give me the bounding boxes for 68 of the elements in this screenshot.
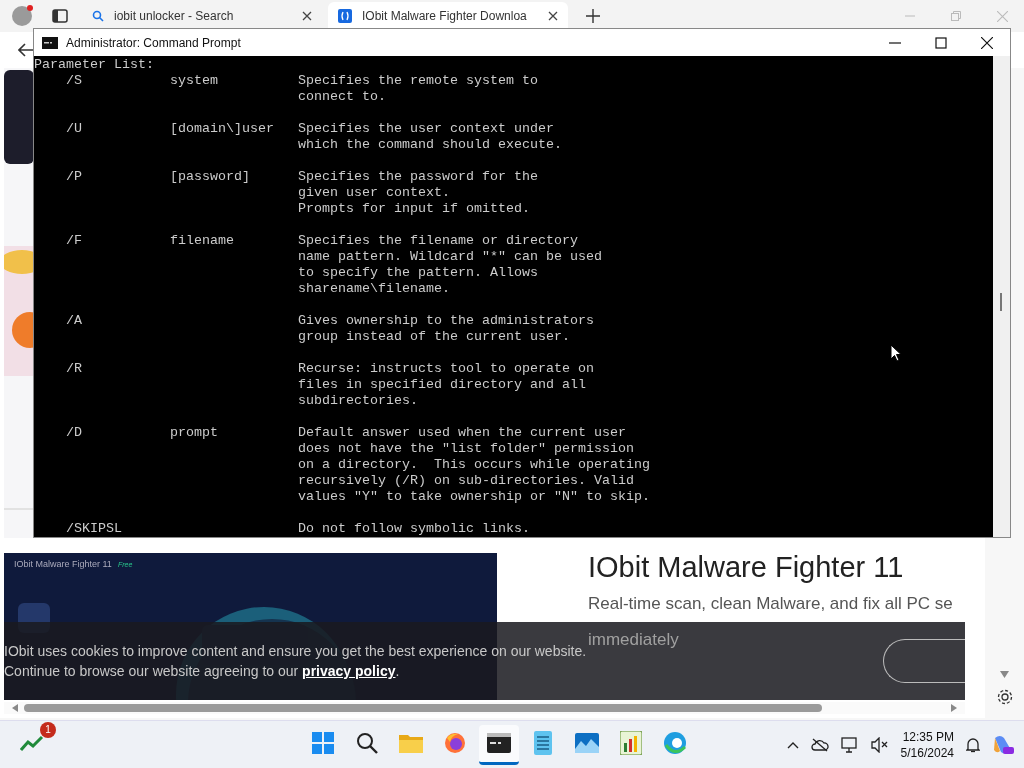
notepad-icon [534,731,552,755]
console-text: Default answer used when the current user does not have the "list folder" permission on a directory. This occurs while operating recursively (/R) on sub-directories. Valid values "Y" to take ownership or "N" to skip. [298,425,651,505]
stocks-widget-icon[interactable] [20,733,46,752]
command-prompt-icon [487,733,511,753]
product-description: Real-time scan, clean Malware, and fix all PC se [588,594,954,614]
console-text: Specifies the user context under which the command should execute. [298,121,563,153]
new-tab-icon[interactable] [586,9,600,23]
console-text: /D [66,425,83,442]
product-description: immediately [588,630,680,650]
chart-app-icon [620,731,642,755]
search-icon [92,10,104,22]
scroll-down-icon[interactable] [1000,671,1009,678]
chevron-up-icon[interactable] [786,740,799,749]
console-text: Specifies the password for the given user context. Prompts for input if omitted. [298,169,539,217]
privacy-policy-link[interactable]: privacy policy [302,663,396,679]
console-text: /P [66,169,83,186]
scroll-left-icon[interactable] [12,704,18,712]
horizontal-scrollbar[interactable] [4,702,965,714]
close-icon[interactable] [981,36,993,49]
console-text: Recurse: instructs tool to operate on files in specified directory and all subdirectories. [298,361,595,409]
taskbar-app-button[interactable] [479,724,519,765]
console-text: system [170,73,219,90]
console-text: /F [66,233,83,250]
console-text: Specifies the filename or directory name pattern. Wildcard "*" can be used to specify the pattern. Allows sharename\filename. [298,233,603,297]
console-text: prompt [170,425,219,442]
console-text: /SKIPSL [66,521,123,537]
browser-tab[interactable]: iobit unlocker - Search [82,2,322,30]
scrollbar-thumb[interactable] [24,704,822,712]
photos-icon [575,733,599,753]
window-title: Administrator: Command Prompt [66,35,241,50]
console-text: Specifies the remote system to connect to. [298,73,539,105]
cookie-notice: IObit uses cookies to improve content and ensure you get the best experience on our website. Continue to browse our website agreeing to our privacy policy. [4,642,588,681]
console-text: Gives ownership to the administrators group instead of the current user. [298,313,595,345]
command-prompt-icon [42,36,58,49]
console-text: [domain\]user [170,121,275,138]
windows-logo-icon [312,732,334,754]
notification-badge: 1 [40,721,56,738]
console-text: [password] [170,169,251,186]
mouse-cursor-icon [890,344,902,362]
console-text: /U [66,121,83,138]
browser-tab[interactable]: IObit Malware Fighter Downloa [328,2,568,30]
monitor-icon[interactable] [840,736,859,753]
clock-date[interactable]: 5/16/2024 [900,744,954,761]
console-text: /A [66,313,83,330]
maximize-icon[interactable] [935,36,947,49]
close-icon[interactable] [302,11,312,21]
scrollbar-thumb[interactable] [1000,293,1002,311]
tab-actions-icon[interactable] [52,9,68,23]
settings-icon[interactable] [995,688,1014,706]
speaker-muted-icon[interactable] [870,736,889,753]
app-preview-title: IObit Malware Fighter 11 [14,559,112,569]
site-icon [338,9,352,23]
bell-icon[interactable] [966,736,980,753]
console-text: Parameter List: [34,57,155,73]
close-icon[interactable] [548,11,558,21]
profile-avatar-icon[interactable] [12,6,32,26]
vertical-scrollbar[interactable] [993,56,1010,537]
folder-icon [399,733,423,753]
search-icon [356,732,378,754]
product-heading: IObit Malware Fighter 11 [588,551,905,584]
console-text: /R [66,361,83,378]
console-text: Do not follow symbolic links. [298,521,531,537]
clock-time[interactable]: 12:35 PM [902,728,954,745]
scroll-right-icon[interactable] [951,704,957,712]
console-text: filename [170,233,235,250]
cloud-off-icon[interactable] [810,737,829,752]
back-arrow-icon[interactable] [18,43,34,57]
console-text: /S [66,73,83,90]
